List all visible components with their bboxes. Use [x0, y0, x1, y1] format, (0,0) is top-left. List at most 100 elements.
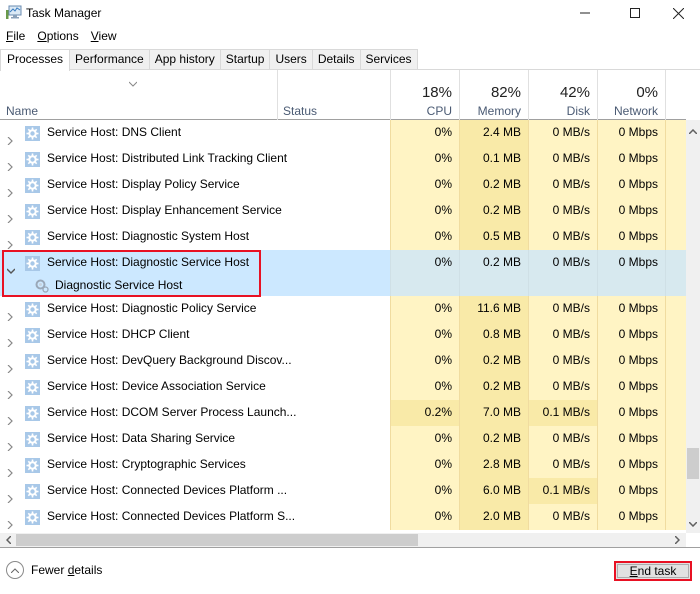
padding-cell: [665, 426, 686, 452]
scroll-right-arrow-icon[interactable]: [670, 533, 684, 547]
service-gear-icon: [25, 483, 40, 499]
disk-total-percent[interactable]: 42%: [528, 84, 590, 101]
tab-app-history[interactable]: App history: [148, 49, 221, 69]
status-cell: [278, 172, 390, 198]
menu-file-label: ile: [13, 29, 26, 43]
name-cell: Service Host: Device Association Service: [0, 374, 278, 400]
end-task-button-border: [617, 564, 689, 578]
collapse-chevron-icon[interactable]: [6, 259, 16, 274]
table-row[interactable]: Service Host: Device Association Service…: [0, 374, 686, 400]
horizontal-scroll-thumb[interactable]: [16, 534, 418, 546]
service-gear-icon: [25, 353, 40, 369]
child-process-row[interactable]: Diagnostic Service Host: [0, 274, 278, 296]
process-name: Service Host: Diagnostic System Host: [47, 229, 250, 243]
network-total-percent[interactable]: 0%: [597, 84, 658, 101]
expand-chevron-icon[interactable]: [7, 513, 13, 530]
name-cell: Service Host: Connected Devices Platform…: [0, 504, 295, 530]
service-gear-icon: [25, 229, 40, 245]
column-header-memory[interactable]: Memory: [459, 104, 521, 118]
table-row[interactable]: Service Host: DHCP Client 0% 0.8 MB 0 MB/s 0…: [0, 322, 686, 348]
expand-chevron-icon[interactable]: [7, 233, 13, 250]
table-row[interactable]: Service Host: Cryptographic Services 0% 2.…: [0, 452, 686, 478]
column-header-status[interactable]: Status: [283, 104, 317, 118]
scroll-down-arrow-icon[interactable]: [686, 517, 700, 531]
menu-view[interactable]: View: [85, 28, 123, 46]
table-row[interactable]: Service Host: DNS Client 0% 2.4 MB 0 MB/s 0 …: [0, 120, 686, 146]
expand-chevron-icon[interactable]: [7, 331, 13, 348]
expand-chevron-icon[interactable]: [7, 435, 13, 452]
table-row[interactable]: Service Host: Connected Devices Platform…: [0, 504, 686, 530]
table-row[interactable]: Service Host: DevQuery Background Discov…: [0, 348, 686, 374]
tab-performance[interactable]: Performance: [69, 49, 150, 69]
name-cell: Service Host: Diagnostic Service Host Dia…: [0, 250, 278, 296]
padding-cell: [665, 452, 686, 478]
disk-cell: 0 MB/s: [528, 322, 597, 348]
table-row[interactable]: Service Host: Data Sharing Service 0% 0.2 …: [0, 426, 686, 452]
tab-services[interactable]: Services: [359, 49, 418, 69]
name-cell: Service Host: Distributed Link Tracking …: [0, 146, 287, 172]
maximize-button[interactable]: [612, 0, 658, 26]
fewer-details-button[interactable]: Fewer details: [6, 561, 102, 579]
menu-options[interactable]: Options: [31, 28, 84, 46]
name-cell: Service Host: Data Sharing Service: [0, 426, 278, 452]
menu-file[interactable]: File: [0, 28, 31, 46]
end-task-button[interactable]: End task: [614, 561, 692, 581]
network-cell: 0 Mbps: [597, 504, 665, 530]
cpu-cell: 0%: [390, 504, 459, 530]
column-header-network[interactable]: Network: [597, 104, 658, 118]
cpu-cell: 0%: [390, 296, 459, 322]
column-header-cpu[interactable]: CPU: [390, 104, 452, 118]
close-button[interactable]: [655, 0, 700, 26]
table-row[interactable]: Service Host: Distributed Link Tracking …: [0, 146, 686, 172]
tab-users[interactable]: Users: [269, 49, 313, 69]
collapse-up-icon: [6, 561, 24, 579]
expand-chevron-icon[interactable]: [7, 207, 13, 224]
cpu-total-percent[interactable]: 18%: [390, 84, 452, 101]
name-cell: Service Host: Connected Devices Platform…: [0, 478, 287, 504]
table-row[interactable]: Service Host: Connected Devices Platform…: [0, 478, 686, 504]
expand-chevron-icon[interactable]: [7, 383, 13, 400]
disk-cell: 0 MB/s: [528, 348, 597, 374]
tab-details[interactable]: Details: [311, 49, 361, 69]
table-row[interactable]: Service Host: Diagnostic Policy Service 0…: [0, 296, 686, 322]
expand-chevron-icon[interactable]: [7, 487, 13, 504]
tab-processes[interactable]: Processes: [0, 49, 71, 71]
memory-total-percent[interactable]: 82%: [459, 84, 521, 101]
vertical-scroll-thumb[interactable]: [687, 448, 699, 479]
expand-chevron-icon[interactable]: [7, 409, 13, 426]
expand-chevron-icon[interactable]: [7, 129, 13, 146]
scroll-up-arrow-icon[interactable]: [686, 124, 700, 138]
table-row-selected[interactable]: Service Host: Diagnostic Service Host Dia…: [0, 250, 686, 296]
menu-view-accesskey: V: [90, 29, 99, 43]
table-row[interactable]: Service Host: DCOM Server Process Launch…: [0, 400, 686, 426]
network-cell: 0 Mbps: [597, 224, 665, 250]
scroll-left-arrow-icon[interactable]: [1, 533, 15, 547]
memory-cell: 0.5 MB: [459, 224, 528, 250]
network-cell: 0 Mbps: [597, 322, 665, 348]
expand-chevron-icon[interactable]: [7, 357, 13, 374]
padding-cell: [665, 478, 686, 504]
minimize-button[interactable]: [562, 0, 608, 26]
table-row[interactable]: Service Host: Diagnostic System Host 0% 0.…: [0, 224, 686, 250]
service-gear-icon: [25, 177, 40, 193]
disk-cell: 0 MB/s: [528, 172, 597, 198]
vertical-scrollbar[interactable]: [686, 120, 700, 533]
expand-chevron-icon[interactable]: [7, 155, 13, 172]
horizontal-scrollbar[interactable]: [0, 533, 686, 547]
name-cell: Service Host: Display Policy Service: [0, 172, 278, 198]
table-row[interactable]: Service Host: Display Enhancement Servic…: [0, 198, 686, 224]
cpu-cell: 0%: [390, 374, 459, 400]
column-header-disk[interactable]: Disk: [528, 104, 590, 118]
process-name: Service Host: DevQuery Background Discov…: [47, 353, 292, 367]
table-row[interactable]: Service Host: Display Policy Service 0% 0.…: [0, 172, 686, 198]
column-divider[interactable]: [277, 70, 278, 120]
expand-chevron-icon[interactable]: [7, 461, 13, 478]
status-cell: [278, 478, 390, 504]
tab-startup[interactable]: Startup: [219, 49, 271, 69]
padding-cell: [665, 374, 686, 400]
column-divider[interactable]: [665, 70, 666, 120]
expand-chevron-icon[interactable]: [7, 181, 13, 198]
memory-cell: 0.2 MB: [459, 172, 528, 198]
expand-chevron-icon[interactable]: [7, 305, 13, 322]
column-header-name[interactable]: Name: [6, 104, 38, 118]
